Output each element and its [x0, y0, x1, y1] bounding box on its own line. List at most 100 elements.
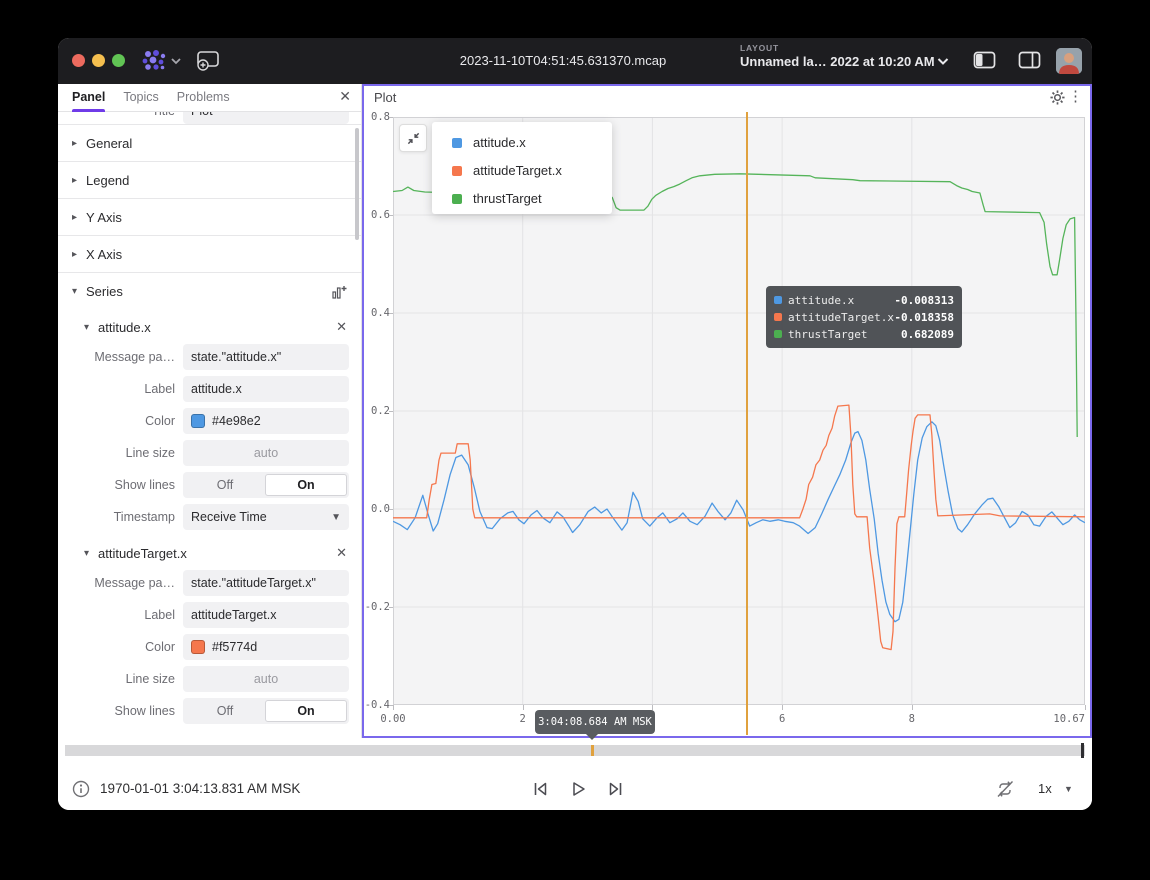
- right-sidebar-toggle-icon[interactable]: [1018, 51, 1041, 69]
- data-source-title[interactable]: 2023-11-10T04:51:45.631370.mcap: [418, 38, 708, 84]
- gear-icon[interactable]: [1050, 90, 1065, 105]
- series-header-attitude-x[interactable]: ▾ attitude.x ✕: [58, 310, 361, 344]
- section-legend-label: Legend: [86, 173, 129, 188]
- tooltip-swatch: [774, 330, 782, 338]
- chevron-right-icon: ▸: [72, 249, 86, 260]
- line-size-input[interactable]: auto: [183, 666, 349, 692]
- scrubber-track[interactable]: [65, 745, 1085, 756]
- show-lines-off-option[interactable]: Off: [185, 700, 265, 722]
- section-series[interactable]: ▾ Series: [58, 273, 361, 310]
- section-y-axis[interactable]: ▸ Y Axis: [58, 199, 361, 236]
- tab-problems[interactable]: Problems: [177, 84, 230, 112]
- playback-controls-bar: 1970-01-01 3:04:13.831 AM MSK 1x ▼: [58, 768, 1092, 810]
- section-general[interactable]: ▸ General: [58, 125, 361, 162]
- user-avatar[interactable]: [1056, 48, 1082, 74]
- tooltip-label: attitude.x: [788, 294, 854, 307]
- x-tick-label: 6: [757, 712, 807, 726]
- color-input[interactable]: #4e98e2: [183, 408, 349, 434]
- layout-menu[interactable]: LAYOUT Unnamed la… 2022 at 10:20 AM: [740, 43, 935, 69]
- show-lines-on-option[interactable]: On: [265, 474, 347, 496]
- chevron-down-icon[interactable]: ▼: [1064, 768, 1073, 810]
- legend-label: attitudeTarget.x: [473, 163, 562, 178]
- y-tick-label: -0.2: [360, 600, 390, 614]
- playback-speed[interactable]: 1x: [1038, 768, 1052, 810]
- chevron-right-icon: ▸: [72, 138, 86, 149]
- play-icon[interactable]: [568, 779, 588, 799]
- series-name: attitudeTarget.x: [98, 546, 187, 561]
- add-panel-icon[interactable]: [196, 50, 220, 72]
- y-tick-label: -0.4: [360, 698, 390, 712]
- seek-to-start-icon[interactable]: [530, 779, 550, 799]
- close-sidebar-icon[interactable]: ✕: [339, 88, 351, 105]
- legend-swatch: [452, 194, 462, 204]
- section-x-axis[interactable]: ▸ X Axis: [58, 236, 361, 273]
- legend-collapse-button[interactable]: [399, 124, 427, 152]
- scrubber-end-marker: [1081, 743, 1084, 758]
- tooltip-value: -0.008313: [894, 294, 954, 307]
- section-series-label: Series: [86, 284, 123, 299]
- app-window: 2023-11-10T04:51:45.631370.mcap LAYOUT U…: [58, 38, 1092, 810]
- color-swatch[interactable]: [191, 640, 205, 654]
- color-value: #4e98e2: [212, 414, 261, 428]
- close-window-button[interactable]: [72, 54, 85, 67]
- series-header-attitude-target-x[interactable]: ▾ attitudeTarget.x ✕: [58, 536, 361, 570]
- app-menu-chevron-icon[interactable]: [170, 57, 182, 65]
- tooltip-label: thrustTarget: [788, 328, 867, 341]
- plot-panel-header: Plot: [362, 84, 1092, 110]
- minimize-window-button[interactable]: [92, 54, 105, 67]
- message-path-label: Message pa…: [58, 576, 183, 590]
- chevron-right-icon: ▸: [72, 175, 86, 186]
- settings-scrollbar[interactable]: [355, 128, 359, 240]
- tooltip-value: 0.682089: [901, 328, 954, 341]
- scrubber-playhead-marker[interactable]: [591, 745, 594, 756]
- legend-item[interactable]: attitude.x: [432, 130, 612, 155]
- y-tick-label: 0.0: [360, 502, 390, 516]
- message-path-input[interactable]: state."attitudeTarget.x": [183, 570, 349, 596]
- y-tick-label: 0.8: [360, 110, 390, 124]
- layout-chevron-icon[interactable]: [936, 57, 950, 66]
- legend-item[interactable]: attitudeTarget.x: [432, 158, 612, 183]
- remove-series-icon[interactable]: ✕: [336, 545, 347, 561]
- plot-panel-title: Plot: [374, 90, 396, 105]
- chevron-down-icon: ▾: [84, 548, 98, 559]
- seek-to-end-icon[interactable]: [606, 779, 626, 799]
- legend-label: thrustTarget: [473, 191, 542, 206]
- sidebar-tabs: Panel Topics Problems ✕: [58, 84, 361, 112]
- loop-off-icon[interactable]: [995, 779, 1015, 799]
- title-field-input[interactable]: Plot: [183, 112, 349, 124]
- line-size-label: Line size: [58, 672, 183, 686]
- show-lines-on-option[interactable]: On: [265, 700, 347, 722]
- line-size-input[interactable]: auto: [183, 440, 349, 466]
- label-input[interactable]: attitude.x: [183, 376, 349, 402]
- title-field-label: Title: [58, 112, 183, 118]
- show-lines-label: Show lines: [58, 704, 183, 718]
- show-lines-toggle: Off On: [183, 472, 349, 498]
- section-x-axis-label: X Axis: [86, 247, 122, 262]
- timestamp-select[interactable]: Receive Time ▼: [183, 504, 349, 530]
- color-label: Color: [58, 640, 183, 654]
- tab-topics[interactable]: Topics: [123, 84, 158, 112]
- show-lines-off-option[interactable]: Off: [185, 474, 265, 496]
- legend-item[interactable]: thrustTarget: [432, 186, 612, 211]
- timestamp-value: Receive Time: [191, 510, 267, 524]
- desktop-background: 2023-11-10T04:51:45.631370.mcap LAYOUT U…: [0, 0, 1150, 880]
- maximize-window-button[interactable]: [112, 54, 125, 67]
- message-path-input[interactable]: state."attitude.x": [183, 344, 349, 370]
- tab-panel[interactable]: Panel: [72, 84, 105, 112]
- color-input[interactable]: #f5774d: [183, 634, 349, 660]
- panel-menu-kebab-icon[interactable]: ⋮: [1068, 87, 1083, 105]
- section-legend[interactable]: ▸ Legend: [58, 162, 361, 199]
- color-swatch[interactable]: [191, 414, 205, 428]
- label-input[interactable]: attitudeTarget.x: [183, 602, 349, 628]
- color-label: Color: [58, 414, 183, 428]
- tooltip-row: thrustTarget 0.682089: [774, 326, 954, 342]
- remove-series-icon[interactable]: ✕: [336, 319, 347, 335]
- layout-label: LAYOUT: [740, 43, 935, 53]
- x-tick-label: 0.00: [368, 712, 418, 726]
- playhead-line[interactable]: [746, 112, 748, 735]
- hover-time-bubble-caret: [586, 734, 598, 746]
- show-lines-label: Show lines: [58, 478, 183, 492]
- left-sidebar-toggle-icon[interactable]: [973, 51, 996, 69]
- info-icon[interactable]: [72, 780, 90, 798]
- add-series-icon[interactable]: [331, 284, 347, 300]
